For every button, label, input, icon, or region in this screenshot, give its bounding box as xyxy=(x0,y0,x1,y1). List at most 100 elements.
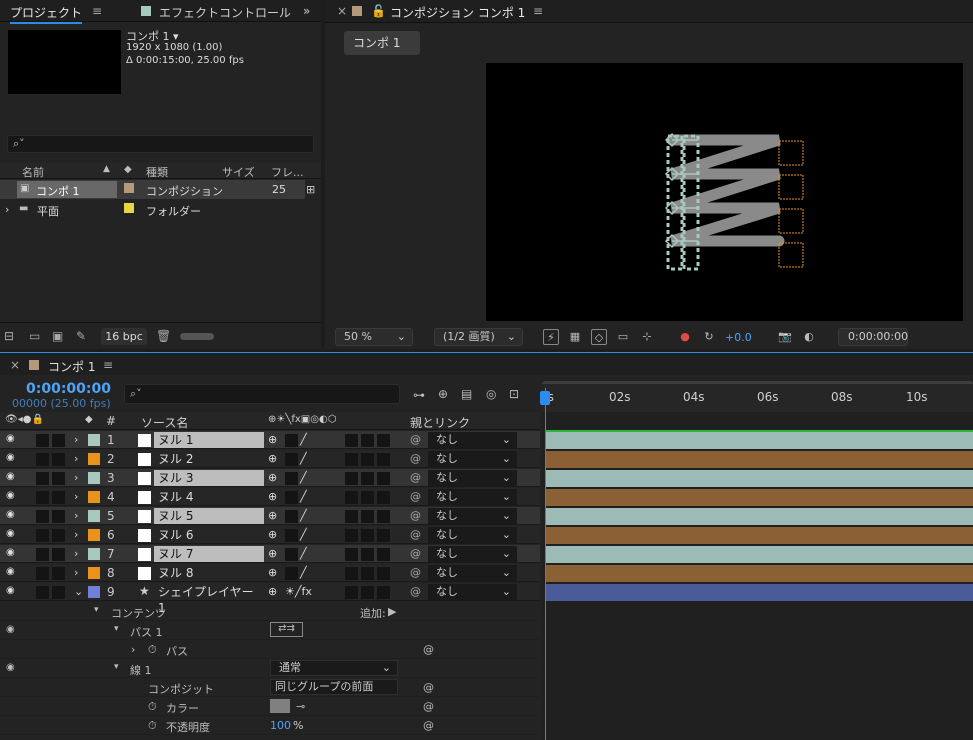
solo-toggle[interactable] xyxy=(36,453,49,466)
lock-toggle[interactable] xyxy=(52,453,65,466)
frame-blending-icon[interactable]: ◎ xyxy=(486,387,496,401)
layer-duration-bar[interactable] xyxy=(546,565,973,582)
lock-toggle[interactable] xyxy=(52,529,65,542)
expand-chevron-icon[interactable]: › xyxy=(5,203,9,216)
quality-switch-icon[interactable]: ╱ xyxy=(300,547,307,560)
project-settings-icon[interactable]: ✎ xyxy=(76,329,86,343)
quality-switch-icon[interactable]: ╱ xyxy=(300,452,307,465)
layer-row[interactable]: ◉ › 4 ヌル 4 ⊕ ╱ @ なし ⌄ xyxy=(0,488,540,506)
layer-row[interactable]: ◉ › 7 ヌル 7 ⊕ ╱ @ なし ⌄ xyxy=(0,545,540,563)
lock-toggle[interactable] xyxy=(52,472,65,485)
layer-label-swatch[interactable] xyxy=(88,548,100,560)
time-ruler[interactable]: 0s 02s 04s 06s 08s 10s xyxy=(540,384,973,412)
col-parent[interactable]: 親とリンク xyxy=(410,414,470,431)
graph-editor-icon[interactable]: ⊡ xyxy=(509,387,519,401)
close-icon[interactable]: × xyxy=(337,4,347,18)
timeline-tab-title[interactable]: コンポ 1 xyxy=(48,358,95,375)
pick-whip-icon[interactable]: @ xyxy=(410,547,421,560)
layer-row[interactable]: ◉ ⌄ 9 ★ シェイプレイヤー 1 ⊕ ☀╱fx @ なし ⌄ xyxy=(0,583,540,615)
shy-switch-icon[interactable]: ⊕ xyxy=(268,433,277,446)
color-swatch[interactable] xyxy=(270,699,290,713)
3d-layer-switch[interactable] xyxy=(377,529,390,542)
eyedropper-icon[interactable]: ⊸ xyxy=(296,700,305,713)
current-time[interactable]: 0:00:00:00 xyxy=(26,381,111,397)
3d-layer-switch[interactable] xyxy=(377,453,390,466)
layer-duration-bar[interactable] xyxy=(546,546,973,563)
eye-icon[interactable]: ◉ xyxy=(6,490,15,501)
expand-chevron-icon[interactable]: ▾ xyxy=(114,624,119,634)
adjustment-switch[interactable] xyxy=(361,491,374,504)
composite-dropdown[interactable]: 同じグループの前面 xyxy=(270,679,398,695)
adjustment-switch[interactable] xyxy=(361,453,374,466)
av-features-icon[interactable]: 👁◂●🔒 xyxy=(5,414,44,425)
collapse-switch[interactable] xyxy=(285,529,298,542)
pick-whip-icon[interactable]: @ xyxy=(410,528,421,541)
adjustment-switch[interactable] xyxy=(361,586,374,599)
pick-whip-icon[interactable]: @ xyxy=(423,700,434,713)
layer-duration-bar[interactable] xyxy=(546,489,973,506)
flowchart-icon[interactable]: ⊞ xyxy=(306,183,315,196)
layer-duration-bar[interactable] xyxy=(546,508,973,525)
bit-depth-button[interactable]: 16 bpc xyxy=(101,328,147,345)
3d-layer-switch[interactable] xyxy=(377,567,390,580)
parent-dropdown[interactable]: なし ⌄ xyxy=(428,451,517,467)
3d-layer-switch[interactable] xyxy=(377,472,390,485)
layer-row[interactable]: ◉ › 6 ヌル 6 ⊕ ╱ @ なし ⌄ xyxy=(0,526,540,544)
solo-toggle[interactable] xyxy=(36,586,49,599)
layer-name[interactable]: ヌル 6 xyxy=(154,527,264,543)
pick-whip-icon[interactable]: @ xyxy=(423,719,434,732)
col-name[interactable]: 名前 xyxy=(22,164,44,180)
solo-toggle[interactable] xyxy=(36,434,49,447)
fast-previews-icon[interactable]: ⚡ xyxy=(543,329,559,345)
parent-dropdown[interactable]: なし ⌄ xyxy=(428,527,517,543)
label-swatch[interactable] xyxy=(124,183,134,193)
layer-name[interactable]: ヌル 7 xyxy=(154,546,264,562)
collapse-chevron-icon[interactable]: ⌄ xyxy=(74,585,83,598)
project-item-comp[interactable]: ▣ コンポ 1 コンポジション 25 xyxy=(0,180,305,199)
composition-title[interactable]: コンポジション コンポ 1 xyxy=(390,4,525,22)
shy-switch-icon[interactable]: ⊕ xyxy=(268,585,277,598)
quality-switch-icon[interactable]: ╱ xyxy=(300,528,307,541)
expand-chevron-icon[interactable]: › xyxy=(74,509,78,522)
resolution-dropdown[interactable]: (1/2 画質) ⌄ xyxy=(434,328,523,346)
layer-label-swatch[interactable] xyxy=(88,567,100,579)
layer-row[interactable]: ◉ › 2 ヌル 2 ⊕ ╱ @ なし ⌄ xyxy=(0,450,540,468)
layer-label-swatch[interactable] xyxy=(88,586,100,598)
pick-whip-icon[interactable]: @ xyxy=(423,643,434,656)
adjustment-switch[interactable] xyxy=(361,510,374,523)
label-swatch[interactable] xyxy=(124,203,134,213)
expand-chevron-icon[interactable]: ▾ xyxy=(94,605,99,615)
collapse-switch[interactable] xyxy=(285,472,298,485)
col-size[interactable]: サイズ xyxy=(222,164,255,180)
shy-layers-icon[interactable]: ▤ xyxy=(461,387,472,401)
layer-row[interactable]: ◉ › 1 ヌル 1 ⊕ ╱ @ なし ⌄ xyxy=(0,431,540,449)
stopwatch-icon[interactable]: ⏱ xyxy=(148,643,157,657)
lock-toggle[interactable] xyxy=(52,586,65,599)
expand-chevron-icon[interactable]: › xyxy=(74,452,78,465)
solo-toggle[interactable] xyxy=(36,567,49,580)
prop-path-group[interactable]: ◉ ▾ パス 1 ⇄⇉ xyxy=(0,621,540,640)
motion-blur-switch[interactable] xyxy=(345,567,358,580)
solo-toggle[interactable] xyxy=(36,472,49,485)
layer-label-swatch[interactable] xyxy=(88,529,100,541)
sort-up-icon[interactable]: ▲ xyxy=(103,164,110,174)
eye-icon[interactable]: ◉ xyxy=(6,452,15,463)
layer-name[interactable]: シェイプレイヤー 1 xyxy=(154,584,264,615)
comp-breadcrumb-tab[interactable]: コンポ 1 xyxy=(344,31,420,55)
col-source-name[interactable]: ソース名 xyxy=(141,414,188,431)
eye-icon[interactable]: ◉ xyxy=(6,433,15,444)
collapse-switch[interactable] xyxy=(285,491,298,504)
shy-switch-icon[interactable]: ⊕ xyxy=(268,547,277,560)
draft-3d-icon[interactable]: ⊕ xyxy=(438,387,448,401)
delete-trash-icon[interactable]: 🗑 xyxy=(156,329,171,343)
layer-name[interactable]: ヌル 5 xyxy=(154,508,264,524)
thumbnail-scroll-slider[interactable] xyxy=(180,333,214,340)
eye-icon[interactable]: ◉ xyxy=(6,528,15,539)
parent-dropdown[interactable]: なし ⌄ xyxy=(428,546,517,562)
motion-blur-switch[interactable] xyxy=(345,586,358,599)
opacity-value[interactable]: 100 xyxy=(270,719,291,732)
parent-dropdown[interactable]: なし ⌄ xyxy=(428,470,517,486)
label-tag-icon[interactable]: ◆ xyxy=(124,164,132,175)
layer-row[interactable]: ◉ › 5 ヌル 5 ⊕ ╱ @ なし ⌄ xyxy=(0,507,540,525)
expand-chevron-icon[interactable]: ▾ xyxy=(114,662,119,672)
